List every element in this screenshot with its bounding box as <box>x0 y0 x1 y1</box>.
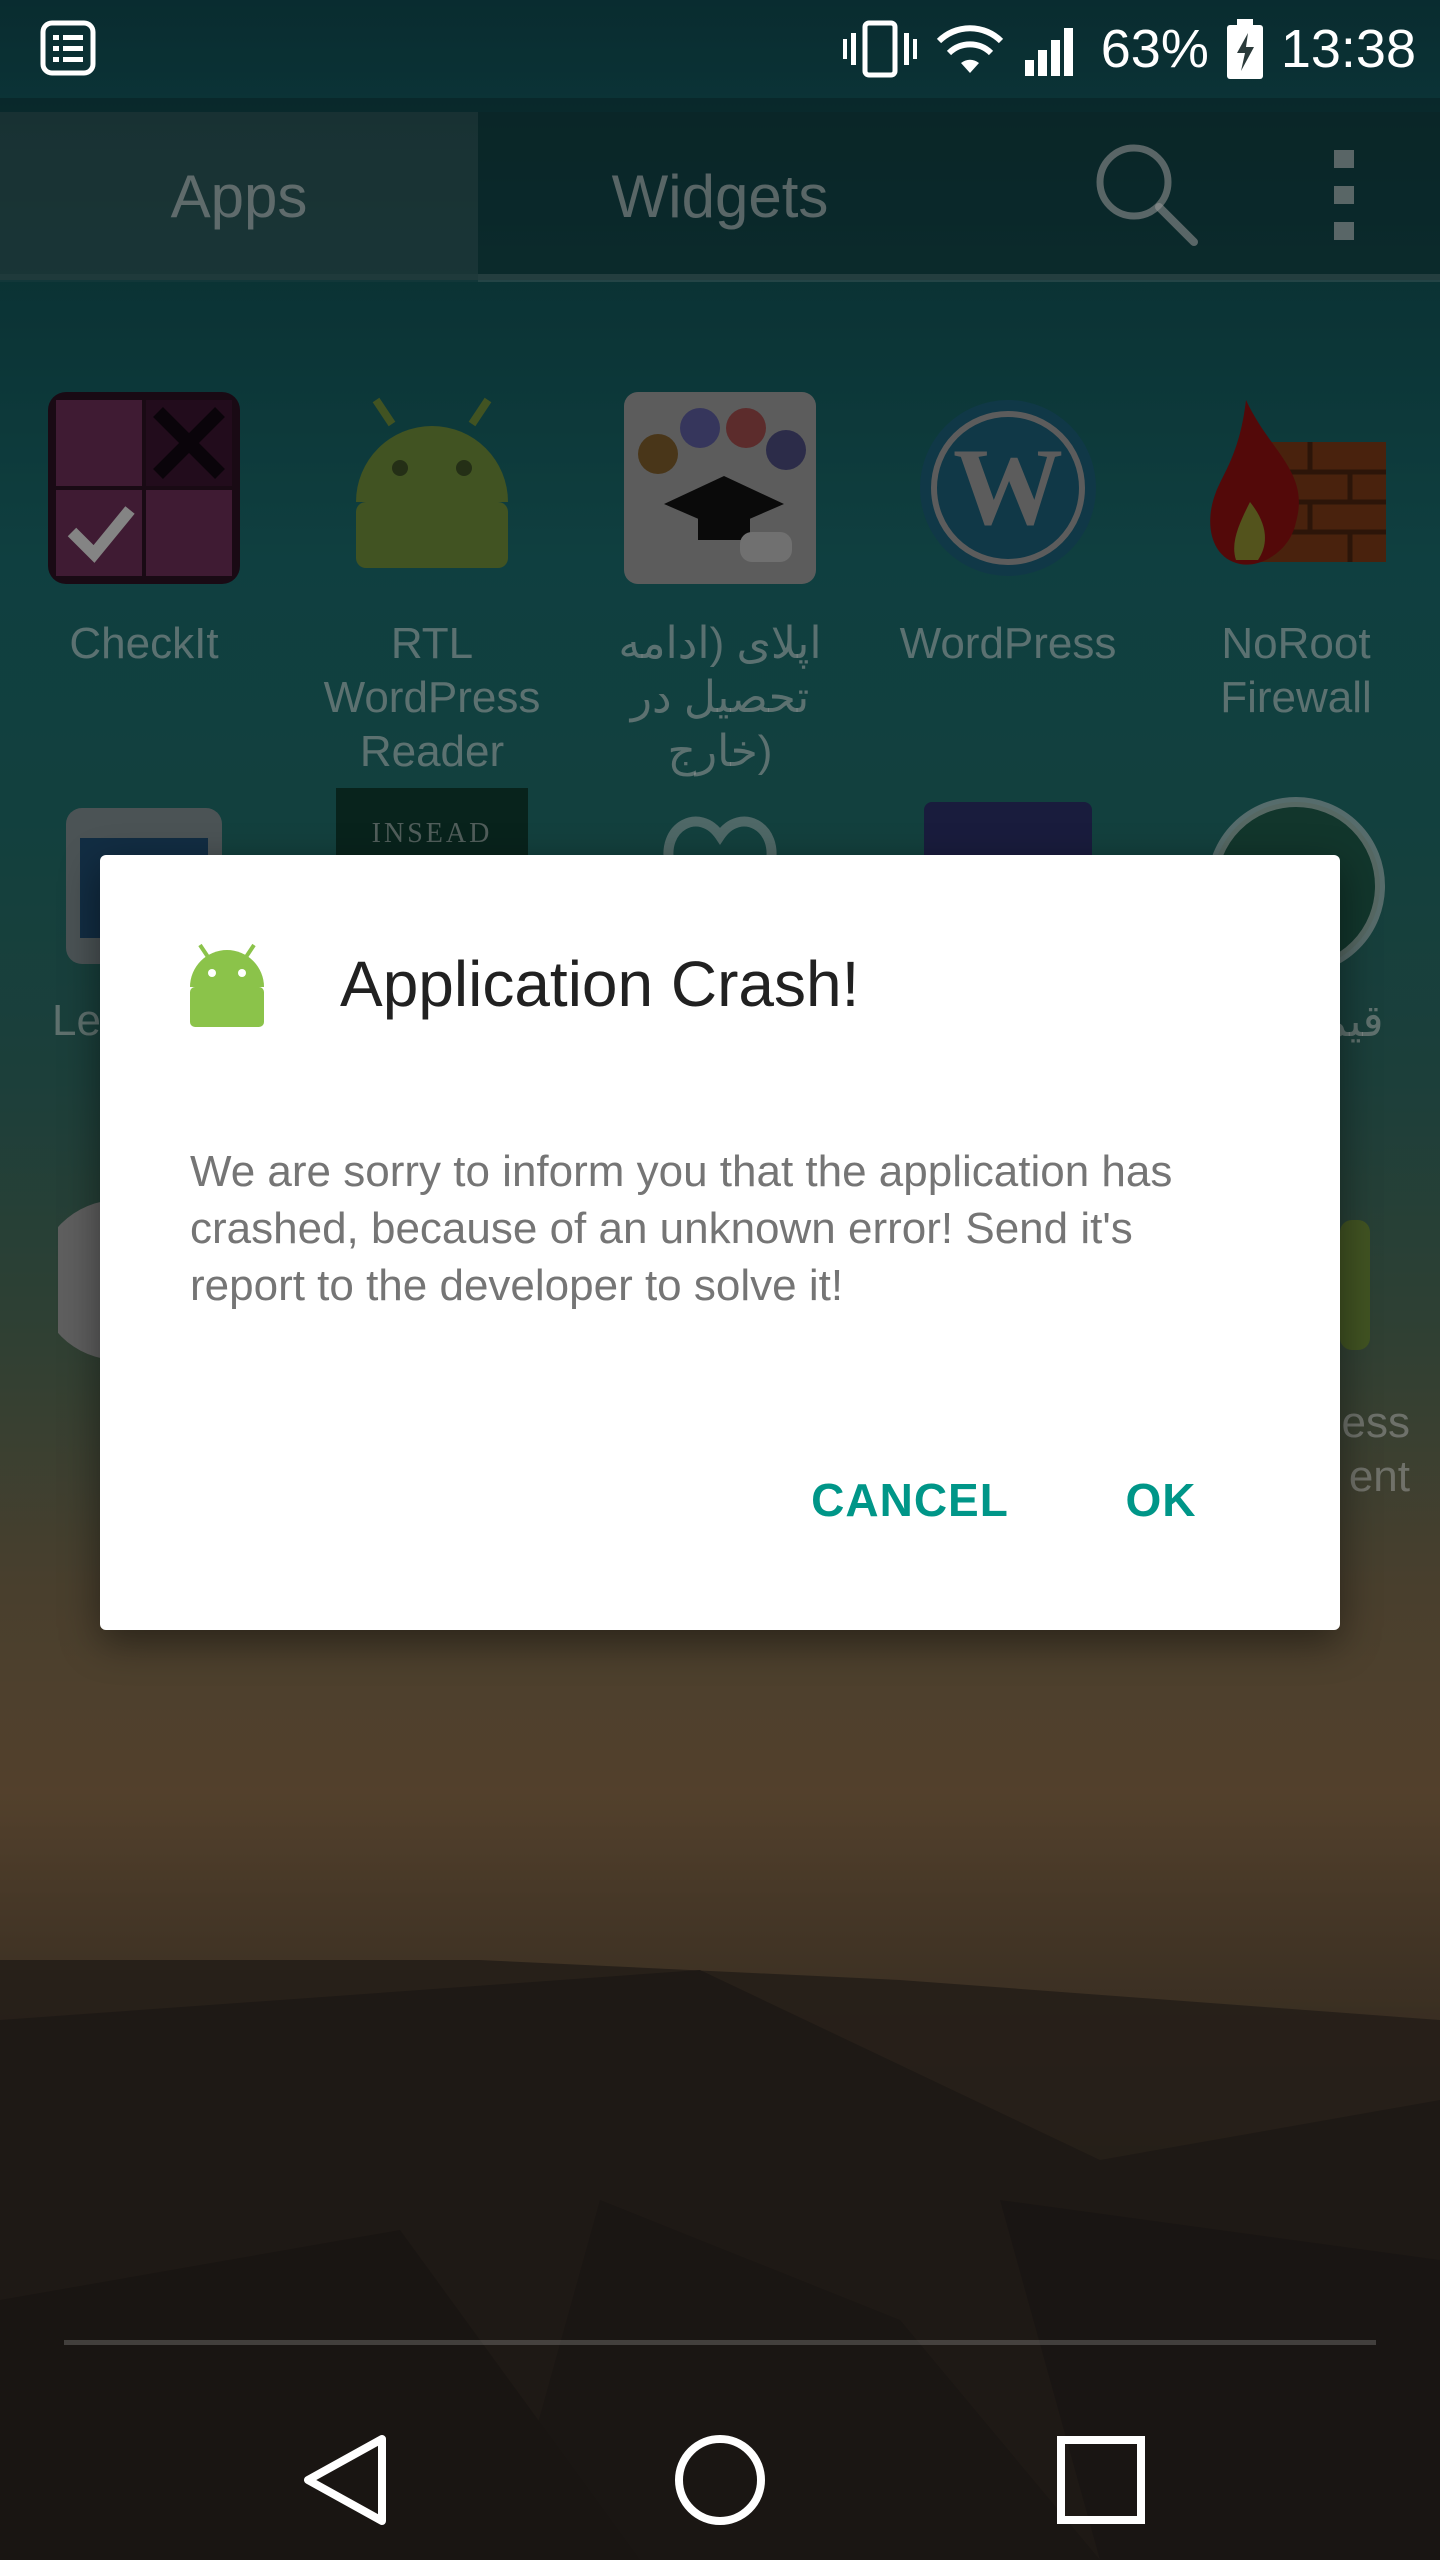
ok-button[interactable]: OK <box>1096 1455 1226 1545</box>
back-icon[interactable] <box>290 2425 400 2535</box>
dialog-title: Application Crash! <box>340 948 860 1020</box>
screen: 63% 13:38 Apps Widgets CheckIt RTL WordP… <box>0 0 1440 2560</box>
notification-list-icon <box>40 20 96 76</box>
recents-icon[interactable] <box>1046 2425 1156 2535</box>
clock: 13:38 <box>1280 19 1416 79</box>
dialog-message: We are sorry to inform you that the appl… <box>190 1147 1173 1310</box>
crash-dialog: Application Crash! We are sorry to infor… <box>100 855 1340 1630</box>
battery-percent: 63% <box>1100 19 1209 79</box>
home-icon[interactable] <box>665 2425 775 2535</box>
status-indicators: 63% 13:38 <box>842 0 1416 98</box>
cancel-button[interactable]: CANCEL <box>790 1455 1030 1545</box>
signal-icon <box>1024 28 1073 76</box>
wifi-icon <box>936 25 1003 73</box>
nav-divider <box>64 2340 1376 2345</box>
battery-charging-icon <box>1226 19 1263 79</box>
status-bar: 63% 13:38 <box>0 0 1440 98</box>
vibrate-icon <box>842 20 917 78</box>
android-icon <box>190 943 264 1027</box>
